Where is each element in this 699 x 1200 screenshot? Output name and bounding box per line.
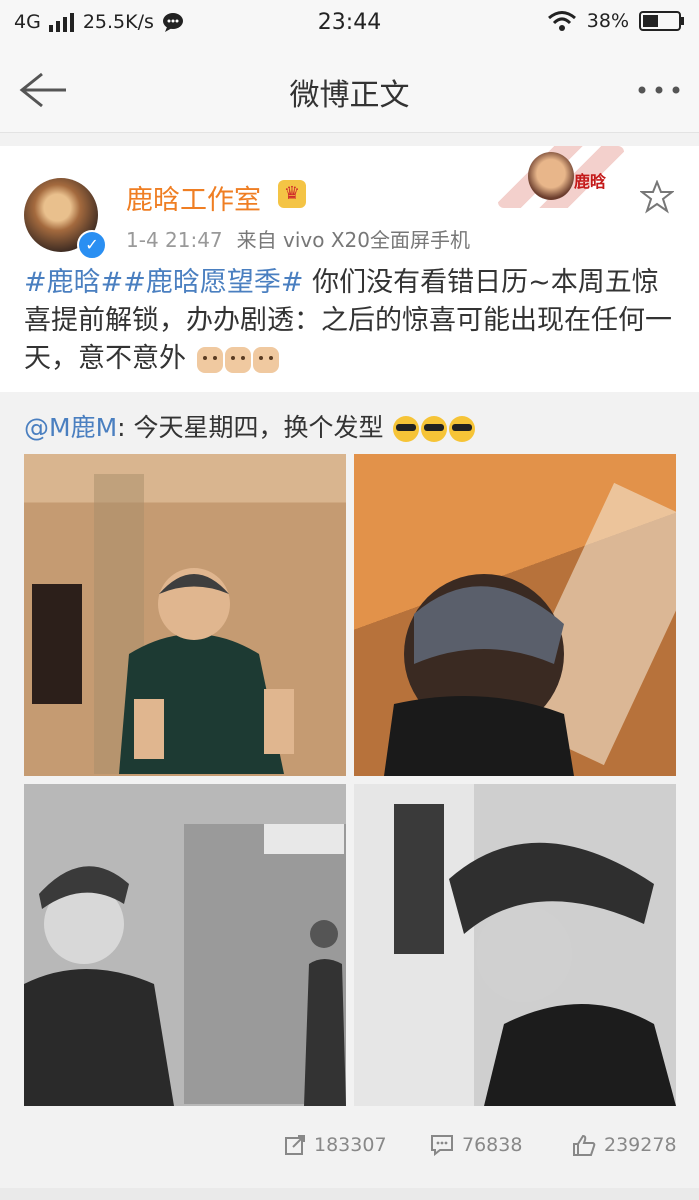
post-image-4[interactable]	[354, 784, 676, 1106]
post-image-3[interactable]	[24, 784, 346, 1106]
sunglasses-emoji-icon	[421, 416, 448, 442]
username[interactable]: 鹿晗工作室	[126, 178, 261, 217]
cat-emoji-icon	[224, 346, 251, 373]
sticker-text: 鹿晗	[574, 172, 607, 191]
more-icon[interactable]	[637, 85, 681, 95]
post-image-1[interactable]	[24, 454, 346, 776]
like-button[interactable]: 239278	[572, 1134, 677, 1156]
post-hashtags[interactable]: #鹿晗##鹿晗愿望季#	[24, 267, 304, 298]
star-icon[interactable]	[640, 180, 674, 214]
repost-body: : 今天星期四，换个发型	[117, 413, 384, 442]
battery-percent: 38%	[586, 10, 629, 32]
post-timestamp: 1-4 21:47	[126, 228, 223, 252]
page-title: 微博正文	[289, 78, 410, 113]
like-icon	[573, 1134, 596, 1156]
action-bar: 183307 76838 239278	[0, 1126, 699, 1170]
sunglasses-emoji-icon	[449, 416, 476, 442]
crown-icon: ♛	[278, 180, 306, 208]
status-bar: 4G 25.5K/s 23:44 38%	[0, 0, 699, 48]
nav-bar: 微博正文	[0, 48, 699, 133]
sunglasses-emoji-icon	[393, 416, 420, 442]
post-source: 来自 vivo X20全面屏手机	[236, 228, 471, 252]
verified-icon: ✓	[77, 230, 107, 260]
post-text: #鹿晗##鹿晗愿望季# 你们没有看错日历~本周五惊喜提前解锁，办办剧透：之后的惊…	[24, 264, 679, 378]
comment-icon	[431, 1135, 453, 1156]
cat-emoji-icon	[252, 346, 279, 373]
wifi-icon	[547, 11, 576, 31]
like-count: 239278	[604, 1134, 677, 1156]
post-image-2[interactable]	[354, 454, 676, 776]
comment-count: 76838	[462, 1134, 523, 1156]
battery-icon	[639, 11, 684, 31]
comment-button[interactable]: 76838	[430, 1134, 522, 1156]
weibo-post-card: ✓ 鹿晗工作室 ♛ 1-4 21:47 来自 vivo X20全面屏手机 鹿晗 #…	[0, 146, 699, 1180]
repost-mention[interactable]: @M鹿M	[24, 413, 117, 442]
repost-icon	[285, 1135, 305, 1155]
repost-count: 183307	[314, 1134, 387, 1156]
repost-button[interactable]: 183307	[284, 1134, 387, 1156]
bottom-strip	[0, 1188, 699, 1200]
repost-text: @M鹿M: 今天星期四，换个发型	[24, 408, 476, 444]
cat-emoji-icon	[196, 346, 223, 373]
sticker-face-image	[528, 152, 574, 200]
